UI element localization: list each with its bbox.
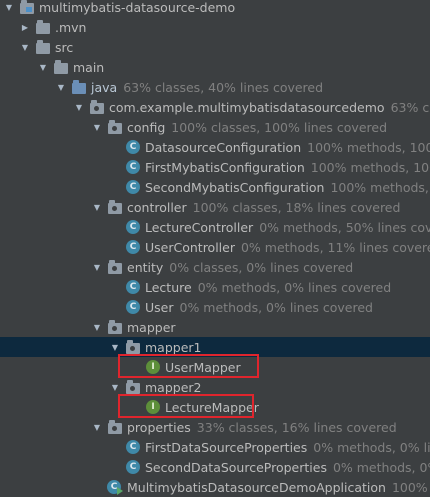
tree-row-class[interactable]: C Lecture 0% methods, 0% lines covered [0,277,430,297]
chevron-down-icon[interactable]: ▼ [92,317,102,337]
mapper-label: mapper [127,319,176,335]
chevron-down-icon[interactable]: ▼ [4,0,14,17]
tree-row-mapper[interactable]: ▼ mapper [0,317,430,337]
mvn-label: .mvn [55,19,87,35]
class-label: LectureController [145,219,254,235]
class-label: FirstDataSourceProperties [145,439,308,455]
java-coverage: 63% classes, 40% lines covered [123,79,324,95]
source-folder-icon [71,79,87,95]
mapper2-label: mapper2 [145,379,202,395]
package-icon [125,379,141,395]
root-label: multimybatis-datasource-demo [39,0,236,15]
class-coverage: 0% methods, 0% lines covered [197,279,392,295]
chevron-down-icon[interactable]: ▼ [74,97,84,117]
package-coverage: 63% classes [390,99,430,115]
tree-row-java[interactable]: ▼ java 63% classes, 40% lines covered [0,77,430,97]
chevron-down-icon[interactable]: ▼ [92,257,102,277]
class-label: UserController [145,239,235,255]
class-icon: C [125,279,141,295]
class-icon: C [125,139,141,155]
class-label: User [145,299,174,315]
class-label: SecondMybatisConfiguration [145,179,325,195]
mapper1-label: mapper1 [145,339,202,355]
config-label: config [127,119,166,135]
project-tree: ▼ multimybatis-datasource-demo ▶ .mvn ▼ … [0,0,430,495]
chevron-down-icon[interactable]: ▼ [20,37,30,57]
tree-row-application[interactable]: C MultimybatisDatasourceDemoApplication … [0,477,430,497]
properties-coverage: 33% classes, 16% lines covered [196,419,397,435]
package-icon [107,319,123,335]
class-coverage: 100% methods, 100 [330,179,430,195]
class-coverage: 100% methods, 100% li [310,159,430,175]
package-icon [107,199,123,215]
tree-row-properties[interactable]: ▼ properties 33% classes, 16% lines cove… [0,417,430,437]
class-coverage: 100% methods, 100% li [307,139,430,155]
entity-coverage: 0% classes, 0% lines covered [169,259,354,275]
class-label: SecondDataSourceProperties [145,459,327,475]
package-icon [125,339,141,355]
tree-row-mvn[interactable]: ▶ .mvn [0,17,430,37]
chevron-right-icon[interactable]: ▶ [20,17,30,37]
chevron-down-icon[interactable]: ▼ [92,197,102,217]
highlight-box-lecture-mapper [118,394,254,418]
application-coverage: 100% meth [391,479,430,495]
tree-row-main[interactable]: ▼ main [0,57,430,77]
main-label: main [73,59,105,75]
class-coverage: 0% methods, 50% lines covered [259,219,430,235]
chevron-down-icon[interactable]: ▼ [38,57,48,77]
folder-icon [35,19,51,35]
config-coverage: 100% classes, 100% lines covered [171,119,388,135]
tree-row-class[interactable]: C UserController 0% methods, 11% lines c… [0,237,430,257]
class-label: FirstMybatisConfiguration [145,159,305,175]
entity-label: entity [127,259,164,275]
class-icon: C [125,239,141,255]
class-label: DatasourceConfiguration [145,139,302,155]
tree-row-package[interactable]: ▼ com.example.multimybatisdatasourcedemo… [0,97,430,117]
class-icon: C [125,219,141,235]
controller-label: controller [127,199,187,215]
class-coverage: 0% methods, 0% lines co [313,439,430,455]
tree-row-entity[interactable]: ▼ entity 0% classes, 0% lines covered [0,257,430,277]
class-coverage: 0% methods, 0% lines covered [179,299,373,315]
src-label: src [55,39,74,55]
class-icon: C [125,439,141,455]
tree-row-class[interactable]: C SecondDataSourceProperties 0% methods,… [0,457,430,477]
controller-coverage: 100% classes, 18% lines covered [192,199,401,215]
folder-icon [35,39,51,55]
package-icon [107,119,123,135]
spring-app-run-icon: C [107,479,123,495]
chevron-down-icon[interactable]: ▼ [92,117,102,137]
tree-row-class[interactable]: C User 0% methods, 0% lines covered [0,297,430,317]
tree-row-root[interactable]: ▼ multimybatis-datasource-demo [0,0,430,17]
chevron-down-icon[interactable]: ▼ [92,417,102,437]
tree-row-class[interactable]: C FirstDataSourceProperties 0% methods, … [0,437,430,457]
tree-row-class[interactable]: C FirstMybatisConfiguration 100% methods… [0,157,430,177]
class-icon: C [125,459,141,475]
tree-row-class[interactable]: C SecondMybatisConfiguration 100% method… [0,177,430,197]
tree-row-controller[interactable]: ▼ controller 100% classes, 18% lines cov… [0,197,430,217]
package-label: com.example.multimybatisdatasourcedemo [109,99,385,115]
tree-row-src[interactable]: ▼ src [0,37,430,57]
module-folder-icon [19,0,35,15]
class-coverage: 0% methods, 0% line [332,459,430,475]
highlight-box-user-mapper [118,354,259,378]
package-icon [107,419,123,435]
tree-row-config[interactable]: ▼ config 100% classes, 100% lines covere… [0,117,430,137]
folder-icon [53,59,69,75]
tree-row-class[interactable]: C LectureController 0% methods, 50% line… [0,217,430,237]
class-coverage: 0% methods, 11% lines covered [240,239,430,255]
package-icon [89,99,105,115]
class-label: Lecture [145,279,192,295]
class-icon: C [125,179,141,195]
application-label: MultimybatisDatasourceDemoApplication [127,479,386,495]
properties-label: properties [127,419,191,435]
package-icon [107,259,123,275]
class-icon: C [125,159,141,175]
java-label: java [91,79,118,95]
class-icon: C [125,299,141,315]
tree-row-class[interactable]: C DatasourceConfiguration 100% methods, … [0,137,430,157]
chevron-down-icon[interactable]: ▼ [56,77,66,97]
